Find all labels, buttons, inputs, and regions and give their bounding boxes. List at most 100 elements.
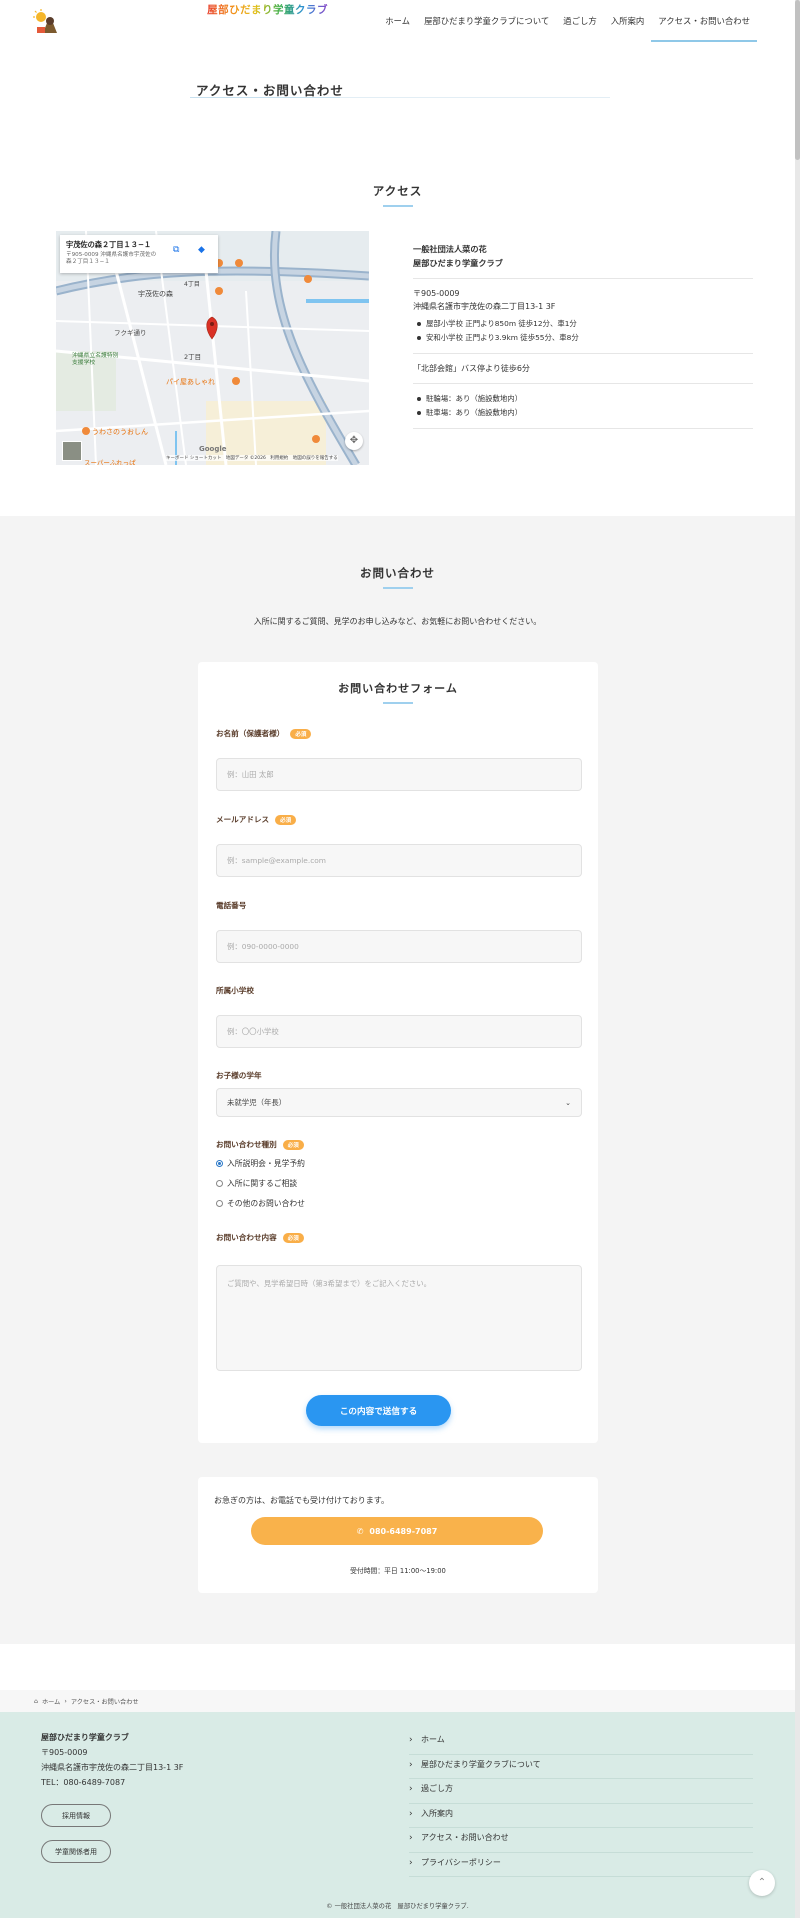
postal-code: 〒905-0009 — [413, 289, 460, 298]
map-place-card: 宇茂佐の森２丁目１３−１ 〒905-0009 沖縄県名護市宇茂佐の森２丁目１３−… — [60, 235, 218, 273]
club-name: 屋部ひだまり学童クラブ — [413, 258, 503, 268]
chevron-down-icon: ⌄ — [565, 1098, 571, 1107]
site-header: 屋部ひだまり学童クラブ ホーム 屋部ひだまり学童クラブについて 過ごし方 入所案… — [0, 0, 795, 44]
radio-checked-icon[interactable] — [216, 1160, 223, 1167]
nav-about[interactable]: 屋部ひだまり学童クラブについて — [417, 0, 556, 42]
required-badge: 必須 — [290, 728, 312, 739]
back-to-top-button[interactable]: ⌃ — [749, 1870, 775, 1896]
email-field[interactable]: 例：sample@example.com — [216, 844, 582, 877]
required-badge: 必須 — [282, 1139, 304, 1150]
tel-button[interactable]: ✆ 080-6489-7087 — [251, 1517, 543, 1545]
contact-heading-underline — [383, 587, 413, 589]
site-title-text: 屋部ひだまり学童クラブ — [207, 4, 328, 16]
google-map[interactable]: 宇茂佐の森 フクギ通り 2丁目 4丁目 沖縄県立名護特別支援学校 パイ屋あしゃれ… — [56, 231, 369, 465]
org-name: 一般社団法人菜の花 — [413, 244, 487, 254]
grade-label: お子様の学年 — [216, 1071, 262, 1080]
message-label: お問い合わせ内容 必須 — [216, 1232, 304, 1243]
map-label: パイ屋あしゃれ — [166, 378, 215, 386]
page-title-divider — [190, 97, 610, 98]
footer-nav-admission[interactable]: 入所案内 — [409, 1804, 753, 1828]
contact-lead: 入所に関するご質問、見学のお申し込みなど、お気軽にお問い合わせください。 — [253, 617, 542, 626]
footer-nav-about[interactable]: 屋部ひだまり学童クラブについて — [409, 1755, 753, 1779]
access-heading: アクセス — [372, 184, 423, 198]
nav-access-contact[interactable]: アクセス・お問い合わせ — [651, 0, 757, 42]
recruit-button[interactable]: 採用情報 — [41, 1804, 111, 1827]
phone-icon: ✆ — [356, 1526, 364, 1536]
name-field[interactable]: 例：山田 太郎 — [216, 758, 582, 791]
type-label: お問い合わせ種別 必須 — [216, 1139, 304, 1150]
message-textarea[interactable]: ご質問や、見学希望日時（第3希望まで）をご記入ください。 — [216, 1265, 582, 1371]
scrollbar-thumb[interactable] — [795, 0, 800, 160]
map-label: 沖縄県立名護特別支援学校 — [72, 353, 119, 366]
footer-info: 屋部ひだまり学童クラブ 〒905-0009 沖縄県名護市宇茂佐の森二丁目13-1… — [41, 1730, 183, 1790]
site-footer: 屋部ひだまり学童クラブ 〒905-0009 沖縄県名護市宇茂佐の森二丁目13-1… — [0, 1712, 795, 1918]
chevron-right-icon: › — [64, 1697, 67, 1705]
site-title: 屋部ひだまり学童クラブ — [61, 4, 328, 31]
type-radio-option[interactable]: その他のお問い合わせ — [216, 1198, 305, 1209]
directions-icon[interactable]: ◆ — [198, 245, 205, 255]
map-place-address: 〒905-0009 沖縄県名護市宇茂佐の森２丁目１３−１ — [66, 252, 157, 265]
map-label: うわさのうおしん — [92, 428, 148, 436]
footer-nav-access[interactable]: アクセス・お問い合わせ — [409, 1828, 753, 1853]
walk-item: 安和小学校 正門より3.9km 徒歩55分、車8分 — [413, 331, 753, 345]
map-label: 4丁目 — [184, 281, 200, 288]
breadcrumb: ⌂ ホーム › アクセス・お問い合わせ — [0, 1690, 795, 1712]
required-badge: 必須 — [275, 814, 297, 825]
footer-nav: ホーム 屋部ひだまり学童クラブについて 過ごし方 入所案内 アクセス・お問い合わ… — [409, 1730, 753, 1877]
copyright: © 一般社団法人菜の花 屋部ひだまり学童クラブ. — [326, 1903, 469, 1910]
form-title-underline — [383, 702, 413, 704]
radio-icon[interactable] — [216, 1200, 223, 1207]
submit-button[interactable]: この内容で送信する — [306, 1395, 451, 1426]
map-attribution[interactable]: キーボード ショートカット 地図データ ©2026 利用規約 地図の誤りを報告す… — [166, 455, 338, 461]
type-radio-option[interactable]: 入所説明会・見学予約 — [216, 1158, 305, 1169]
footer-nav-privacy[interactable]: プライバシーポリシー — [409, 1853, 753, 1877]
tel-card: お急ぎの方は、お電話でも受け付けております。 ✆ 080-6489-7087 受付… — [198, 1477, 598, 1593]
site-logo[interactable]: 屋部ひだまり学童クラブ — [33, 4, 328, 35]
parking-item: 駐車場：あり（施設敷地内） — [413, 406, 753, 420]
home-icon: ⌂ — [34, 1697, 38, 1705]
access-heading-underline — [383, 205, 413, 207]
google-logo: Google — [199, 445, 227, 453]
divider — [413, 428, 753, 429]
open-in-maps-icon[interactable]: ⧉ — [173, 245, 179, 255]
tel-text: お急ぎの方は、お電話でも受け付けております。 — [214, 1496, 389, 1505]
email-label: メールアドレス 必須 — [216, 814, 297, 825]
nav-daily[interactable]: 過ごし方 — [556, 0, 604, 42]
main-nav: ホーム 屋部ひだまり学童クラブについて 過ごし方 入所案内 アクセス・お問い合わ… — [378, 0, 757, 42]
radio-icon[interactable] — [216, 1180, 223, 1187]
footer-nav-home[interactable]: ホーム — [409, 1730, 753, 1755]
grade-selected-value: 未就学児（年長） — [227, 1098, 287, 1107]
nav-admission[interactable]: 入所案内 — [604, 0, 652, 42]
phone-field[interactable]: 例：090-0000-0000 — [216, 930, 582, 963]
scrollbar[interactable] — [795, 0, 800, 1918]
map-gps-icon[interactable]: ✥ — [345, 432, 363, 450]
type-radio-option[interactable]: 入所に関するご相談 — [216, 1178, 297, 1189]
footer-postal: 〒905-0009 — [41, 1748, 88, 1757]
satellite-toggle[interactable] — [62, 441, 82, 461]
grade-select[interactable]: 未就学児（年長） ⌄ — [216, 1088, 582, 1117]
map-place-name: 宇茂佐の森２丁目１３−１ — [66, 240, 152, 249]
school-label: 所属小学校 — [216, 986, 254, 995]
nav-home[interactable]: ホーム — [378, 0, 417, 42]
logo-icon — [33, 9, 59, 35]
map-label: 宇茂佐の森 — [138, 290, 173, 298]
walk-list: 屋部小学校 正門より850m 徒歩12分、車1分 安和小学校 正門より3.9km… — [413, 317, 753, 345]
form-title: お問い合わせフォーム — [338, 682, 458, 695]
parking-list: 駐輪場：あり（施設敷地内） 駐車場：あり（施設敷地内） — [413, 392, 753, 420]
breadcrumb-home[interactable]: ホーム — [42, 1697, 60, 1706]
map-label: フクギ通り — [114, 329, 147, 337]
contact-form: お問い合わせフォーム お名前（保護者様） 必須 例：山田 太郎 メールアドレス 必須… — [198, 662, 598, 1443]
footer-tel: TEL：080-6489-7087 — [41, 1778, 126, 1787]
footer-address: 沖縄県名護市宇茂佐の森二丁目13-1 3F — [41, 1763, 184, 1772]
footer-nav-daily[interactable]: 過ごし方 — [409, 1779, 753, 1804]
access-info: 一般社団法人菜の花 屋部ひだまり学童クラブ 〒905-0009 沖縄県名護市宇茂… — [413, 242, 753, 437]
map-label: 2丁目 — [184, 353, 202, 361]
chevron-up-icon: ⌃ — [757, 1877, 767, 1888]
school-field[interactable]: 例：〇〇小学校 — [216, 1015, 582, 1048]
walk-item: 屋部小学校 正門より850m 徒歩12分、車1分 — [413, 317, 753, 331]
parking-item: 駐輪場：あり（施設敷地内） — [413, 392, 753, 406]
required-badge: 必須 — [282, 1232, 304, 1243]
contact-heading: お問い合わせ — [360, 566, 435, 580]
phone-label: 電話番号 — [216, 901, 247, 910]
staff-button[interactable]: 学童関係者用 — [41, 1840, 111, 1863]
